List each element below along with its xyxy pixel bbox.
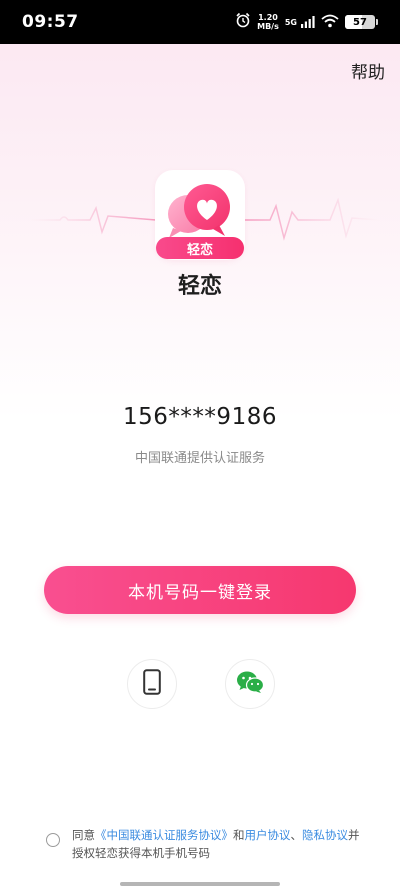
home-indicator	[120, 882, 280, 886]
agreement-separator: 、	[290, 828, 303, 842]
status-time: 09:57	[22, 12, 79, 32]
masked-phone-number: 156****9186	[123, 404, 277, 430]
agreement-prefix: 同意	[72, 828, 95, 842]
speed-value: 1.20	[258, 13, 278, 22]
carrier-terms-link[interactable]: 《中国联通认证服务协议》	[95, 828, 233, 842]
privacy-policy-link[interactable]: 隐私协议	[302, 828, 348, 842]
carrier-note: 中国联通提供认证服务	[134, 451, 265, 466]
wechat-login-button[interactable]	[225, 659, 275, 709]
status-bar: 09:57 1.20 MB/s 5G 57	[0, 0, 400, 44]
one-tap-login-button[interactable]: 本机号码一键登录	[44, 566, 356, 614]
app-name: 轻恋	[177, 274, 222, 299]
help-link[interactable]: 帮助	[351, 58, 385, 83]
agreement-and: 和	[233, 828, 245, 842]
wechat-icon	[236, 670, 265, 698]
agreement-checkbox[interactable]	[46, 833, 60, 847]
battery-indicator: 57	[345, 15, 375, 29]
signal-icon	[301, 13, 315, 32]
login-screen: 09:57 1.20 MB/s 5G 57 帮助 轻恋 轻恋 156****91…	[0, 0, 400, 889]
battery-level: 57	[353, 16, 367, 28]
user-agreement-link[interactable]: 用户协议	[245, 828, 291, 842]
network-type: 5G	[284, 17, 297, 27]
phone-icon	[143, 669, 161, 699]
speed-unit: MB/s	[257, 22, 279, 31]
status-icons: 1.20 MB/s 5G 57	[235, 10, 378, 34]
agreement-text: 同意《中国联通认证服务协议》和用户协议、隐私协议并授权轻恋获得本机手机号码	[72, 826, 366, 862]
battery-cap	[376, 19, 378, 25]
agreement: 同意《中国联通认证服务协议》和用户协议、隐私协议并授权轻恋获得本机手机号码	[46, 826, 366, 862]
wifi-icon	[321, 13, 339, 32]
phone-login-button[interactable]	[127, 659, 177, 709]
network-speed: 1.20 MB/s	[257, 13, 279, 31]
logo-badge: 轻恋	[156, 237, 244, 259]
alarm-icon	[235, 12, 251, 32]
